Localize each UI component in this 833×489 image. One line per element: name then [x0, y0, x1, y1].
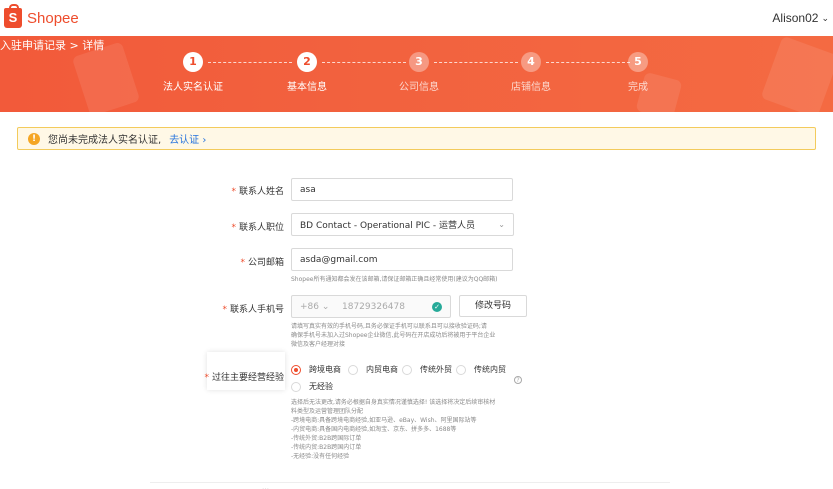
contact-position-label: * 联系人职位	[231, 223, 284, 233]
step-number: 3	[409, 52, 429, 72]
form-panel: ! 您尚未完成法人实名认证, 去认证 › * 联系人姓名 asa * 联系人职位 B…	[0, 112, 833, 489]
step-5: 5 完成	[593, 52, 683, 93]
footer-divider	[150, 482, 670, 483]
contact-phone-help: 请填写真实有效的手机号码,且务必保证手机可以联系且可以接收验证码;请 确保手机号…	[291, 323, 496, 348]
experience-option-none[interactable]: 无经验	[291, 381, 333, 392]
radio-icon	[402, 364, 412, 375]
chevron-down-icon: ⌄	[321, 301, 330, 312]
radio-icon	[291, 381, 301, 392]
breadcrumb[interactable]: 入驻申请记录 > 详情	[0, 37, 104, 53]
step-label: 基本信息	[287, 82, 327, 93]
experience-option-cross-border[interactable]: 跨境电商	[291, 364, 341, 375]
contact-phone-input[interactable]: +86 ⌄ 18729326478 ✓	[291, 295, 451, 318]
step-1: 1 法人实名认证	[148, 52, 238, 93]
experience-label: * 过往主要经营经验	[204, 373, 284, 383]
radio-icon	[456, 364, 466, 375]
change-number-button[interactable]: 修改号码	[459, 295, 527, 317]
warning-icon: !	[28, 132, 40, 145]
go-verify-link[interactable]: 去认证 ›	[169, 131, 206, 146]
top-bar: S Shopee Alison02 ⌄	[0, 0, 833, 36]
alert-message: 您尚未完成法人实名认证,	[48, 135, 162, 146]
phone-number-value: 18729326478	[342, 301, 405, 312]
verification-alert: ! 您尚未完成法人实名认证, 去认证 ›	[17, 127, 816, 150]
step-label: 法人实名认证	[163, 82, 223, 93]
step-number: 2	[297, 52, 317, 72]
user-name: Alison02	[772, 11, 819, 25]
step-indicator: 1 法人实名认证 2 基本信息 3 公司信息 4 店铺信息 5 完成	[0, 52, 833, 112]
experience-option-traditional-domestic[interactable]: 传统内贸	[456, 364, 506, 375]
shopee-logo[interactable]: S Shopee	[4, 4, 79, 28]
chevron-down-icon: ⌄	[498, 220, 505, 229]
chevron-down-icon: ⌄	[821, 12, 829, 23]
company-email-label: * 公司邮箱	[240, 258, 284, 268]
step-number: 5	[628, 52, 648, 72]
contact-name-label: * 联系人姓名	[231, 187, 284, 197]
contact-name-input[interactable]: asa	[291, 178, 513, 201]
step-number: 1	[183, 52, 203, 72]
help-question-icon[interactable]: ?	[514, 376, 522, 384]
progress-banner: 入驻申请记录 > 详情 1 法人实名认证 2 基本信息 3 公司信息 4 店铺信…	[0, 36, 833, 112]
user-menu[interactable]: Alison02 ⌄	[772, 11, 829, 25]
experience-help: 选择后无法更改,请务必根据自身真实情况谨慎选择! 该选择将决定后续审核材 料类型…	[291, 399, 496, 460]
step-3: 3 公司信息	[374, 52, 464, 93]
step-4: 4 店铺信息	[486, 52, 576, 93]
check-circle-icon: ✓	[432, 302, 442, 312]
radio-selected-icon	[291, 364, 301, 375]
contact-position-select[interactable]: BD Contact - Operational PIC - 运营人员 ⌄	[291, 213, 514, 236]
step-label: 店铺信息	[511, 82, 551, 93]
experience-option-traditional-export[interactable]: 传统外贸	[402, 364, 452, 375]
step-2: 2 基本信息	[262, 52, 352, 93]
contact-position-value: BD Contact - Operational PIC - 运营人员	[300, 221, 475, 231]
step-number: 4	[521, 52, 541, 72]
logo-glyph: S	[8, 10, 18, 25]
footer-text: …	[262, 483, 269, 489]
contact-phone-label: * 联系人手机号	[222, 305, 284, 315]
radio-icon	[348, 364, 358, 375]
company-email-help: Shopee所有通知都会发在该邮箱,请保证邮箱正确且经常使用(建议为QQ邮箱)	[291, 276, 498, 283]
logo-text: Shopee	[27, 9, 79, 27]
shopee-bag-icon: S	[4, 4, 22, 28]
company-email-input[interactable]: asda@gmail.com	[291, 248, 513, 271]
step-label: 公司信息	[399, 82, 439, 93]
country-code-select[interactable]: +86 ⌄	[292, 302, 342, 312]
step-label: 完成	[628, 82, 648, 93]
experience-option-domestic-ecommerce[interactable]: 内贸电商	[348, 364, 398, 375]
